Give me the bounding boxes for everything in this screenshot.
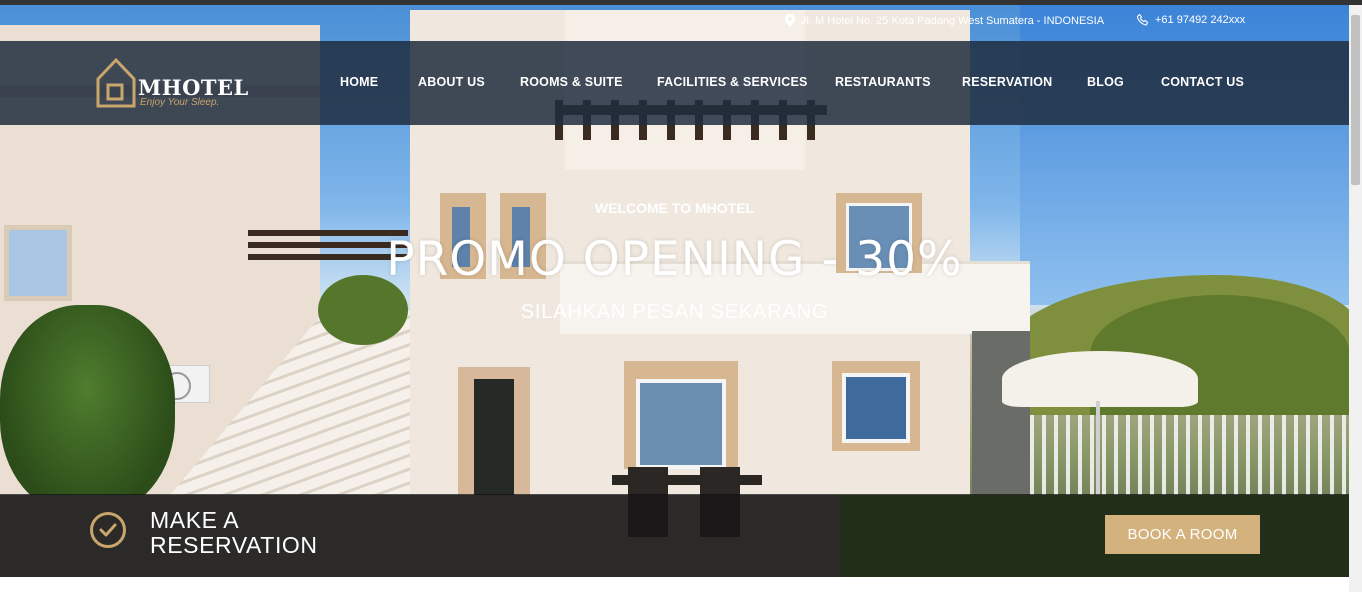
reservation-bar: MAKE A RESERVATION BOOK A ROOM bbox=[0, 494, 1349, 577]
hero-door bbox=[458, 367, 530, 497]
reservation-heading: MAKE A RESERVATION bbox=[150, 508, 318, 558]
check-circle-icon bbox=[90, 512, 126, 548]
nav-restaurants[interactable]: RESTAURANTS bbox=[835, 75, 931, 89]
hero-fence bbox=[1030, 415, 1349, 495]
hero-patio-window bbox=[624, 361, 738, 469]
contact-bar: Jl. M Hotel No. 25 Kota Padang West Suma… bbox=[0, 5, 1349, 41]
contact-phone[interactable]: +61 97492 242xxx bbox=[1137, 14, 1245, 26]
reservation-heading-line2: RESERVATION bbox=[150, 532, 318, 558]
hero-window-lower-right bbox=[832, 361, 920, 451]
contact-phone-text: +61 97492 242xxx bbox=[1155, 14, 1246, 26]
nav-contact-us[interactable]: CONTACT US bbox=[1161, 75, 1244, 89]
nav-about-us[interactable]: ABOUT US bbox=[418, 75, 485, 89]
contact-address-text: Jl. M Hotel No. 25 Kota Padang West Suma… bbox=[801, 14, 1105, 27]
phone-icon bbox=[1137, 14, 1149, 26]
hero-welcome: WELCOME TO MHOTEL bbox=[594, 200, 755, 216]
scrollbar-thumb[interactable] bbox=[1351, 15, 1360, 185]
hero-stone-wall bbox=[972, 331, 1030, 501]
hero-umbrella bbox=[1002, 351, 1198, 407]
nav-home[interactable]: HOME bbox=[340, 75, 378, 89]
nav-reservation[interactable]: RESERVATION bbox=[962, 75, 1052, 89]
house-logo-icon bbox=[96, 57, 136, 108]
book-a-room-button[interactable]: BOOK A ROOM bbox=[1105, 515, 1260, 554]
hero-tree bbox=[0, 305, 175, 515]
nav-blog[interactable]: BLOG bbox=[1087, 75, 1124, 89]
page-scrollbar[interactable] bbox=[1349, 5, 1362, 592]
nav-rooms-suite[interactable]: ROOMS & SUITE bbox=[520, 75, 623, 89]
logo-tagline: Enjoy Your Sleep. bbox=[140, 97, 220, 108]
page-below-hero bbox=[0, 577, 1349, 592]
hero-headline: PROMO OPENING - 30% bbox=[386, 232, 963, 287]
nav-facilities-services[interactable]: FACILITIES & SERVICES bbox=[657, 75, 808, 89]
hero-umbrella-pole bbox=[1096, 401, 1100, 501]
main-navbar: MHOTEL Enjoy Your Sleep. HOME ABOUT US R… bbox=[0, 41, 1349, 125]
hero-subheadline: SILAHKAN PESAN SEKARANG bbox=[520, 301, 829, 323]
reservation-heading-line1: MAKE A bbox=[150, 507, 240, 533]
site-logo[interactable]: MHOTEL Enjoy Your Sleep. bbox=[96, 57, 248, 113]
map-pin-icon bbox=[785, 14, 795, 27]
contact-address: Jl. M Hotel No. 25 Kota Padang West Suma… bbox=[785, 14, 1104, 27]
